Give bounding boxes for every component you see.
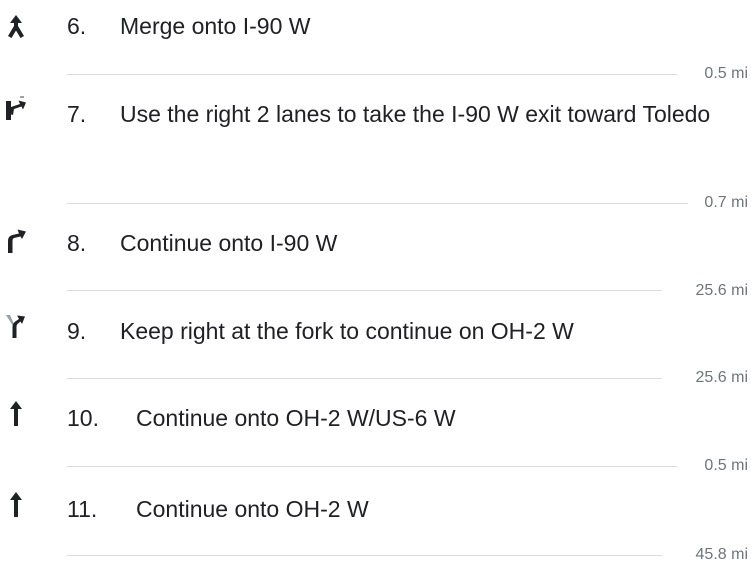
step-instruction: Continue onto OH-2 W/US-6 W: [136, 405, 456, 431]
step-divider: [67, 378, 662, 379]
step-number: 10.: [67, 405, 99, 431]
step-instruction: Merge onto I-90 W: [120, 13, 311, 39]
merge-icon: [4, 13, 28, 39]
step-number: 11.: [67, 496, 98, 522]
step-number: 6.: [67, 13, 87, 39]
step-distance: 0.5 mi: [704, 457, 748, 474]
step-distance: 0.5 mi: [704, 65, 748, 82]
step-distance: 45.8 mi: [695, 546, 748, 563]
fork-right-icon: [4, 312, 28, 338]
step-instruction: Continue onto I-90 W: [120, 230, 338, 256]
step-divider: [67, 290, 662, 291]
step-instruction: Keep right at the fork to continue on OH…: [120, 318, 574, 344]
step-distance: 0.7 mi: [704, 194, 748, 211]
step-number: 7.: [67, 101, 87, 127]
step-divider: [67, 555, 662, 556]
step-distance: 25.6 mi: [695, 369, 748, 386]
turn-slight-right-icon: [4, 227, 28, 253]
step-divider: [67, 74, 677, 75]
step-number: 8.: [67, 230, 87, 256]
step-divider: [67, 203, 688, 204]
step-instruction: Continue onto OH-2 W: [136, 496, 369, 522]
straight-icon: [4, 491, 28, 517]
ramp-right-icon: [4, 96, 28, 122]
step-divider: [67, 466, 677, 467]
step-instruction: Use the right 2 lanes to take the I-90 W…: [120, 101, 711, 127]
step-number: 9.: [67, 318, 87, 344]
straight-icon: [4, 400, 28, 426]
step-distance: 25.6 mi: [695, 282, 748, 299]
